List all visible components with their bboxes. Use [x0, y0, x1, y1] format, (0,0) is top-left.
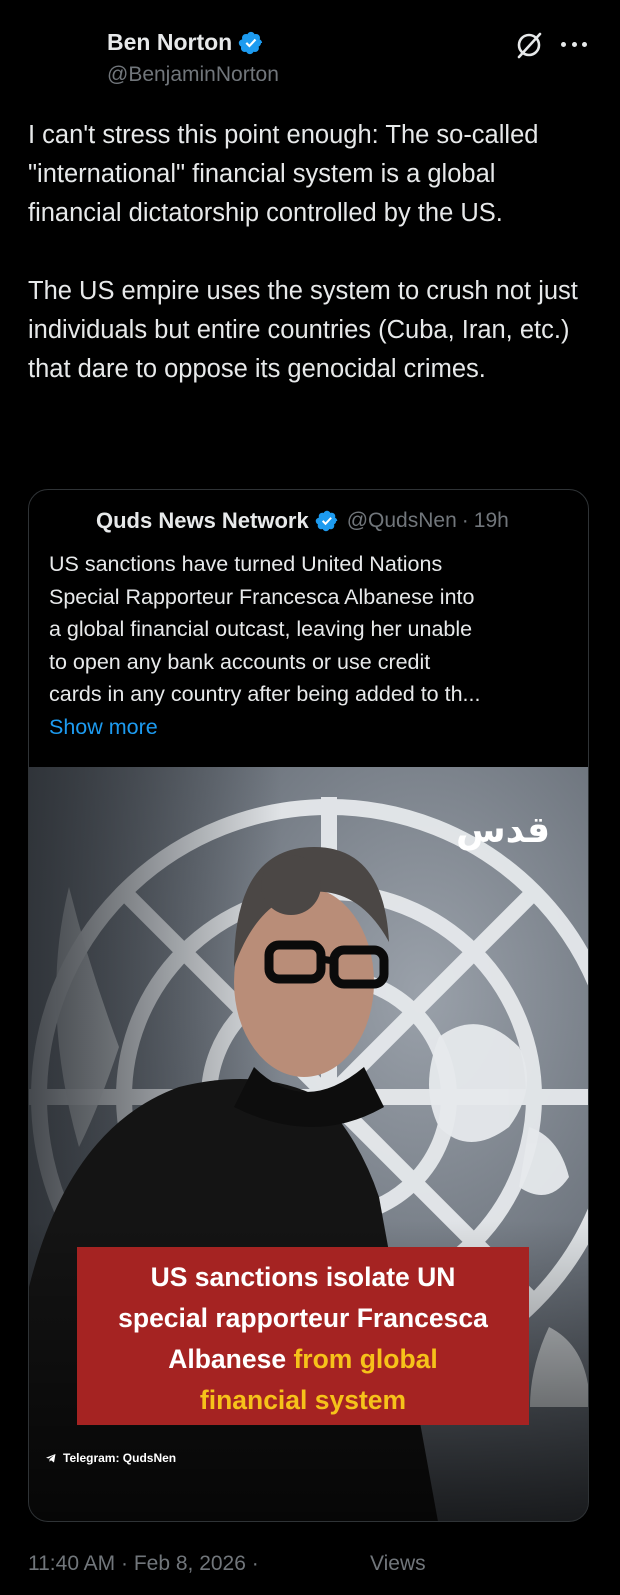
tweet-footer: 11:40 AM · Feb 8, 2026 · Views: [28, 1552, 426, 1576]
quoted-tweet-image[interactable]: قدس US sanctions isolate UN special rapp…: [29, 767, 588, 1521]
tweet-timestamp[interactable]: 11:40 AM · Feb 8, 2026 ·: [28, 1552, 259, 1575]
caption-line-3: Albanese from global: [77, 1339, 529, 1380]
caption-line-2: special rapporteur Francesca: [118, 1303, 488, 1333]
more-options-icon[interactable]: [561, 32, 587, 56]
quoted-text-line: cards in any country after being added t…: [49, 682, 481, 707]
caption-line-1: US sanctions isolate UN: [150, 1262, 456, 1292]
quoted-author-handle[interactable]: @QudsNen: [347, 509, 457, 533]
quds-logo: قدس: [456, 810, 551, 851]
tweet-paragraph-1: I can't stress this point enough: The so…: [28, 121, 539, 227]
author-handle[interactable]: @BenjaminNorton: [107, 63, 279, 87]
quoted-tweet-text: US sanctions have turned United Nations …: [49, 548, 569, 744]
author-name-row: Ben Norton: [107, 29, 264, 56]
quoted-text-line: Special Rapporteur Francesca Albanese in…: [49, 584, 475, 609]
image-caption-banner: US sanctions isolate UN special rapporte…: [77, 1247, 529, 1425]
quoted-tweet-card[interactable]: Quds News Network @QudsNen · 19h US sanc…: [28, 489, 589, 1522]
quoted-author-avatar[interactable]: [47, 506, 91, 550]
quoted-text-line: a global financial outcast, leaving her …: [49, 617, 473, 642]
telegram-icon: [46, 1454, 56, 1463]
verified-badge-icon: [239, 31, 263, 54]
author-avatar[interactable]: [28, 28, 88, 88]
quoted-text-line: US sanctions have turned United Nations: [49, 552, 443, 576]
tweet-text: I can't stress this point enough: The so…: [28, 116, 588, 389]
caption-line-4-highlight: financial system: [199, 1385, 407, 1415]
caption-line-3-plain: Albanese: [168, 1344, 294, 1374]
grok-icon[interactable]: [514, 30, 544, 60]
quoted-author-name[interactable]: Quds News Network: [96, 508, 309, 534]
quoted-tweet-header: Quds News Network @QudsNen · 19h: [96, 508, 509, 534]
telegram-credit-text: Telegram: QudsNen: [63, 1451, 177, 1465]
telegram-credit: Telegram: QudsNen: [45, 1451, 176, 1465]
tweet-paragraph-2: The US empire uses the system to crush n…: [28, 277, 578, 383]
quoted-tweet-time[interactable]: 19h: [474, 509, 509, 533]
caption-line-3-highlight: from global: [293, 1344, 438, 1374]
tweet-header: Ben Norton @BenjaminNorton: [0, 0, 620, 100]
author-name[interactable]: Ben Norton: [107, 29, 232, 56]
separator-dot: ·: [461, 509, 469, 532]
show-more-link[interactable]: Show more: [49, 711, 569, 744]
quoted-text-line: to open any bank accounts or use credit: [49, 649, 431, 674]
views-label: Views: [370, 1552, 426, 1575]
verified-badge-icon: [315, 510, 337, 532]
